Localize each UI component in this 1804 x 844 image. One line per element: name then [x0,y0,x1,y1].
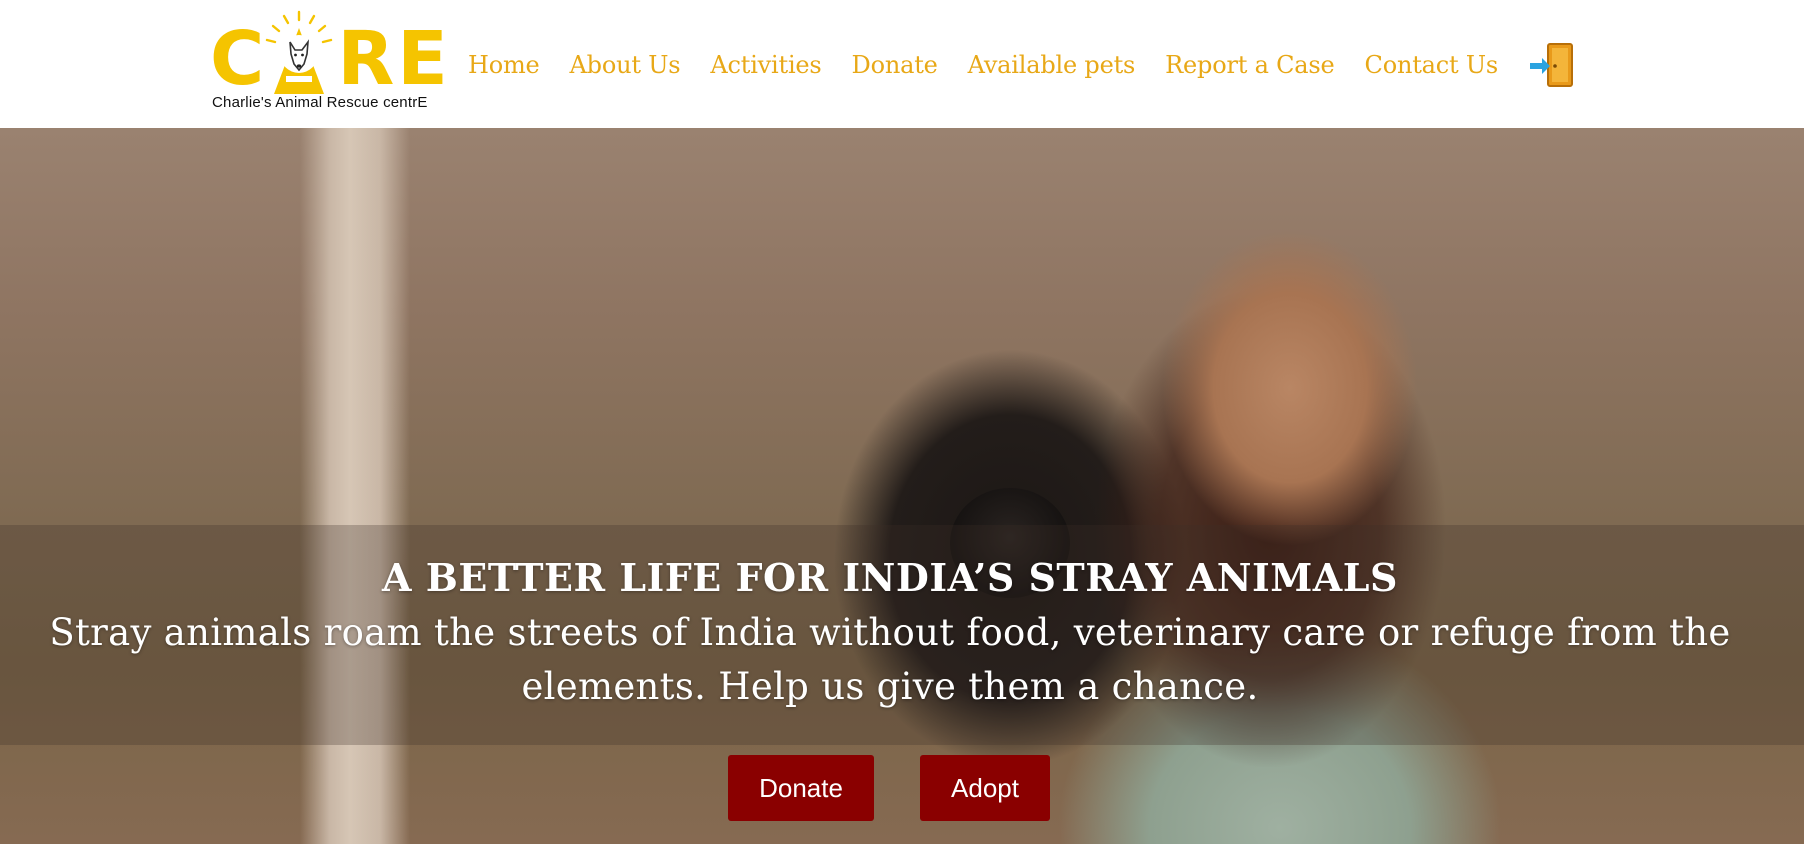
site-header: C R E Charlie's Animal Rescue centrE Hom… [0,0,1804,128]
login-door-icon[interactable] [1528,42,1576,88]
nav-about-us[interactable]: About Us [570,51,681,79]
sun-dog-icon [265,10,333,94]
hero-title: A BETTER LIFE FOR INDIA’S STRAY ANIMALS [382,555,1398,600]
nav-available-pets[interactable]: Available pets [968,51,1136,79]
hero-description: Stray animals roam the streets of India … [49,611,1731,708]
nav-activities[interactable]: Activities [710,51,821,79]
nav-contact-us[interactable]: Contact Us [1365,51,1499,79]
logo-tagline: Charlie's Animal Rescue centrE [212,94,428,111]
care-logo[interactable]: C R E Charlie's Animal Rescue centrE [210,10,448,111]
main-nav: Home About Us Activities Donate Availabl… [468,40,1576,90]
nav-report-a-case[interactable]: Report a Case [1165,51,1335,79]
logo-letter-r: R [337,16,398,102]
adopt-button[interactable]: Adopt [920,755,1050,821]
donate-button[interactable]: Donate [728,755,874,821]
logo-letter-c: C [210,16,268,102]
nav-home[interactable]: Home [468,51,540,79]
nav-donate[interactable]: Donate [852,51,938,79]
hero-section: A BETTER LIFE FOR INDIA’S STRAY ANIMALS … [0,128,1804,844]
logo-letter-e: E [397,16,451,102]
